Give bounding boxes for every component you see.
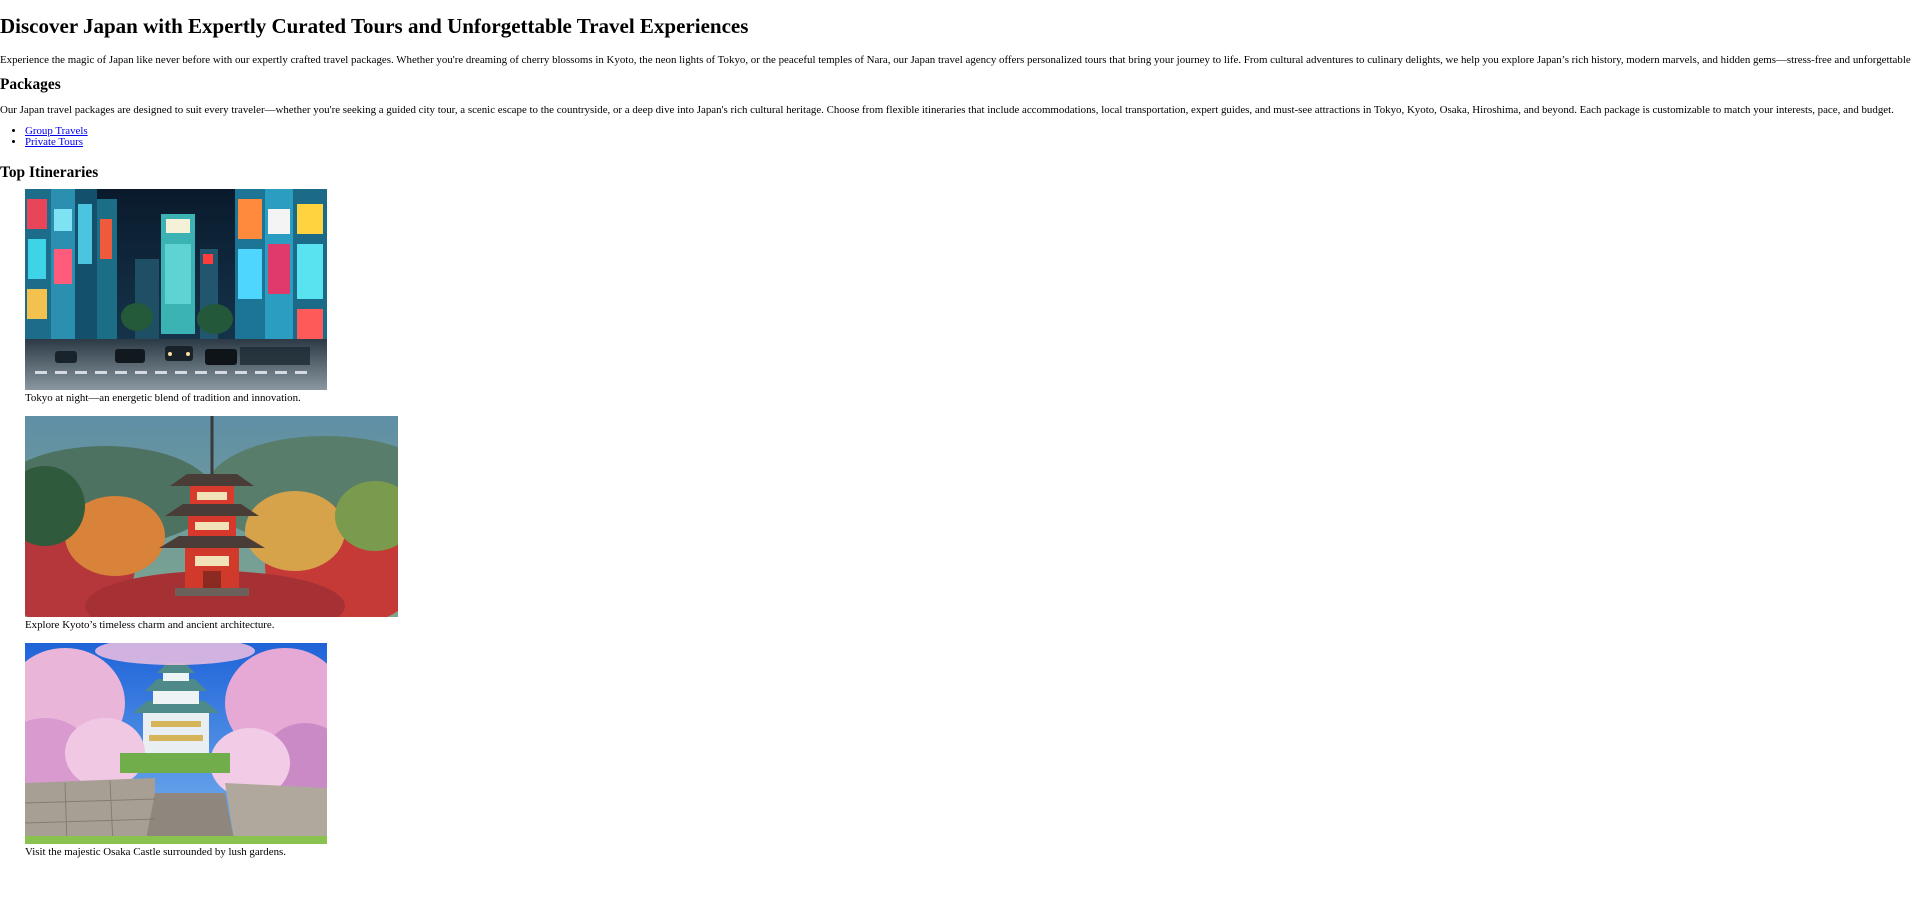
itinerary-gallery: Tokyo at night—an energetic blend of tra… — [25, 189, 1911, 859]
kyoto-caption: Explore Kyoto’s timeless charm and ancie… — [25, 619, 275, 631]
tokyo-night-image — [25, 189, 327, 390]
itinerary-figure-kyoto: Explore Kyoto’s timeless charm and ancie… — [25, 416, 1911, 632]
packages-description: Our Japan travel packages are designed t… — [0, 104, 1894, 116]
list-item: Private Tours — [25, 137, 1911, 148]
intro-paragraph: Experience the magic of Japan like never… — [0, 54, 1911, 66]
package-links-list: Group Travels Private Tours — [0, 126, 1911, 148]
page-title: Discover Japan with Expertly Curated Tou… — [0, 14, 749, 38]
osaka-caption: Visit the majestic Osaka Castle surround… — [25, 846, 286, 858]
packages-heading: Packages — [0, 76, 61, 93]
private-tours-link[interactable]: Private Tours — [25, 136, 83, 148]
osaka-castle-image — [25, 643, 327, 844]
itineraries-heading: Top Itineraries — [0, 164, 99, 181]
kyoto-pagoda-image — [25, 416, 398, 617]
itinerary-figure-osaka: Visit the majestic Osaka Castle surround… — [25, 643, 1911, 859]
list-item: Group Travels — [25, 126, 1911, 137]
tokyo-caption: Tokyo at night—an energetic blend of tra… — [25, 392, 301, 404]
itinerary-figure-tokyo: Tokyo at night—an energetic blend of tra… — [25, 189, 1911, 405]
